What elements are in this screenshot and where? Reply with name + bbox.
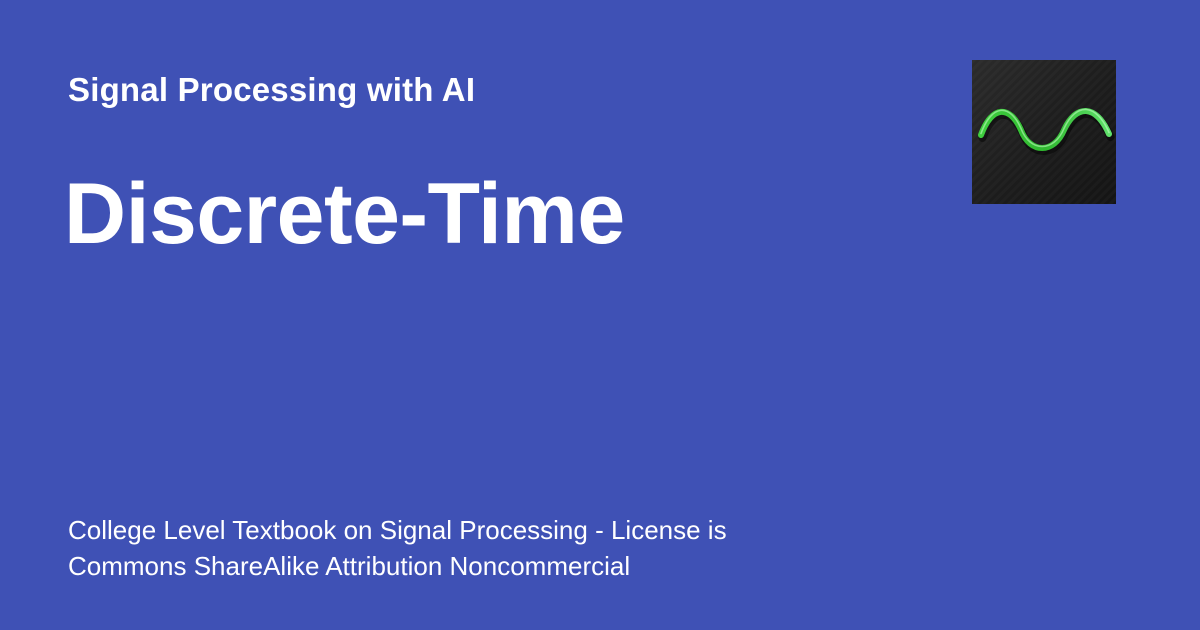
site-name: Signal Processing with AI [68, 71, 476, 108]
page-description: College Level Textbook on Signal Process… [68, 512, 828, 584]
sine-wave-icon [972, 60, 1116, 204]
description-line: Commons ShareAlike Attribution Noncommer… [68, 551, 631, 581]
description-line: College Level Textbook on Signal Process… [68, 515, 727, 545]
site-logo [972, 60, 1116, 204]
page-title: Discrete-Time [64, 166, 625, 262]
social-card: Signal Processing with AI Discrete-Time … [0, 0, 1200, 630]
